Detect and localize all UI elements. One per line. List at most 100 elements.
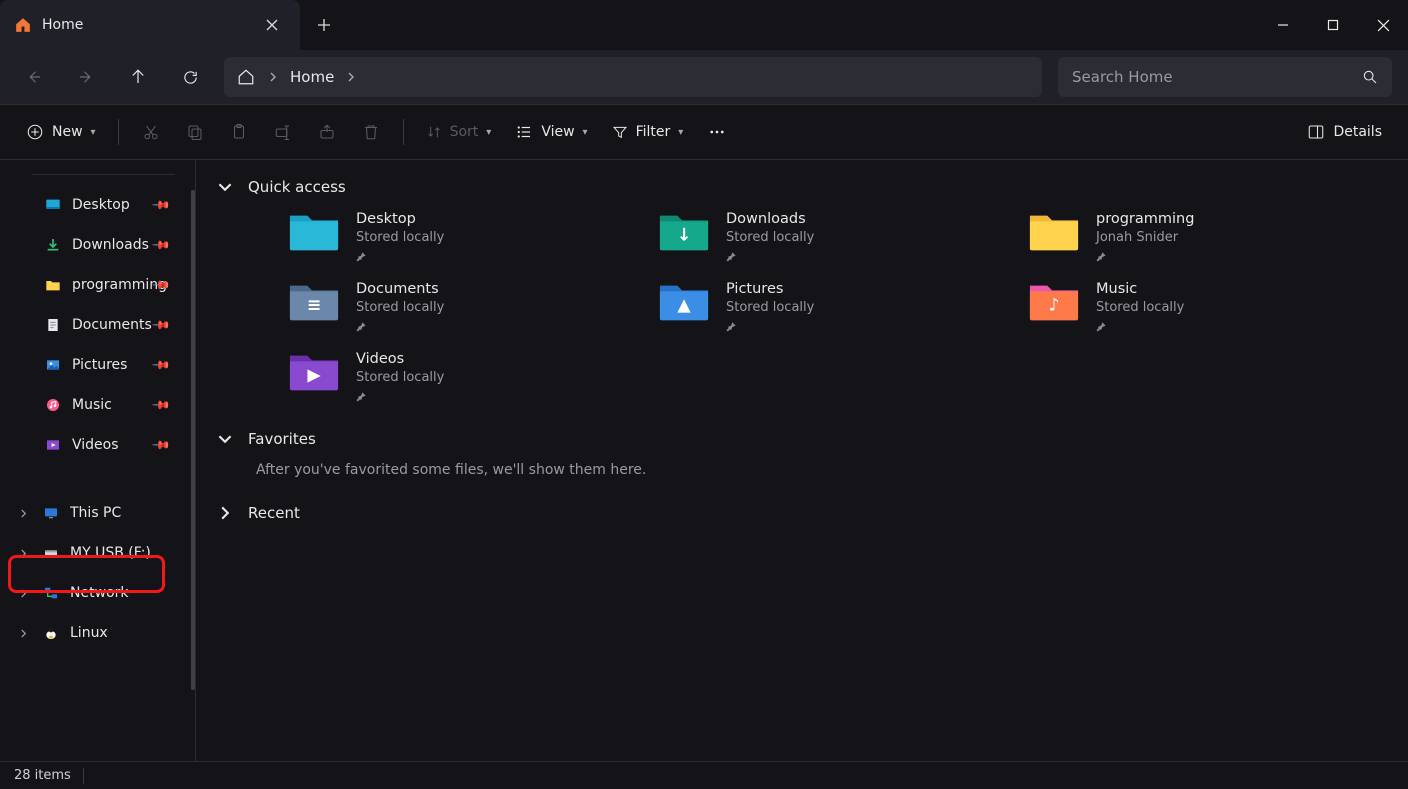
folder-icon: ♪: [1028, 280, 1080, 322]
chevron-down-icon: ▾: [486, 127, 491, 138]
address-bar: Home Search Home: [0, 50, 1408, 104]
item-subtitle: Jonah Snider: [1096, 230, 1194, 245]
chevron-right-icon: [216, 506, 234, 520]
sidebar: Desktop📌Downloads📌programming📌Documents📌…: [0, 160, 196, 761]
sidebar-item-network[interactable]: Network: [4, 573, 191, 613]
documents-icon: [44, 316, 62, 334]
section-header-recent[interactable]: Recent: [216, 504, 1388, 522]
tab-close-button[interactable]: [258, 11, 286, 39]
close-window-button[interactable]: [1358, 0, 1408, 50]
back-button[interactable]: [16, 59, 52, 95]
cut-button[interactable]: [131, 114, 171, 150]
folder-icon: [288, 210, 340, 252]
quick-access-item-downloads[interactable]: ↓ DownloadsStored locally: [658, 210, 1018, 262]
sidebar-item-my-usb-f-[interactable]: MY USB (F:): [4, 533, 191, 573]
sidebar-separator: [32, 174, 175, 175]
item-name: Documents: [356, 280, 444, 298]
sidebar-item-desktop[interactable]: Desktop📌: [4, 185, 191, 225]
pc-icon: [42, 504, 60, 522]
new-button[interactable]: New ▾: [16, 114, 106, 150]
home-icon: [14, 16, 32, 34]
item-name: Videos: [356, 350, 444, 368]
folder-icon: ↓: [658, 210, 710, 252]
search-input[interactable]: Search Home: [1058, 57, 1392, 97]
sidebar-item-linux[interactable]: Linux: [4, 613, 191, 653]
filter-button[interactable]: Filter ▾: [602, 114, 694, 150]
cut-icon: [142, 123, 160, 141]
pin-icon: [356, 391, 444, 402]
window-tab[interactable]: Home: [0, 0, 300, 50]
status-item-count: 28 items: [14, 768, 71, 783]
share-icon: [318, 123, 336, 141]
chevron-right-icon[interactable]: [14, 629, 32, 638]
close-icon: [1377, 19, 1390, 32]
paste-button[interactable]: [219, 114, 259, 150]
details-pane-icon: [1307, 123, 1325, 141]
folder-yellow-icon: [44, 276, 62, 294]
chevron-right-icon[interactable]: [346, 72, 356, 82]
item-subtitle: Stored locally: [356, 370, 444, 385]
filter-icon: [612, 124, 628, 140]
share-button[interactable]: [307, 114, 347, 150]
svg-text:♪: ♪: [1048, 296, 1059, 316]
quick-access-item-programming[interactable]: programmingJonah Snider: [1028, 210, 1388, 262]
pin-icon: [356, 251, 444, 262]
quick-access-item-desktop[interactable]: DesktopStored locally: [288, 210, 648, 262]
view-icon: [515, 123, 533, 141]
section-header-quick-access[interactable]: Quick access: [216, 178, 1388, 196]
sidebar-item-music[interactable]: Music📌: [4, 385, 191, 425]
up-button[interactable]: [120, 59, 156, 95]
desktop-icon: [44, 196, 62, 214]
minimize-button[interactable]: [1258, 0, 1308, 50]
quick-access-item-pictures[interactable]: ▲ PicturesStored locally: [658, 280, 1018, 332]
chevron-down-icon: ▾: [583, 127, 588, 138]
sort-label: Sort: [450, 124, 479, 140]
delete-button[interactable]: [351, 114, 391, 150]
item-meta: DownloadsStored locally: [726, 210, 814, 262]
rename-button[interactable]: [263, 114, 303, 150]
quick-access-item-music[interactable]: ♪MusicStored locally: [1028, 280, 1388, 332]
pin-icon: [726, 251, 814, 262]
view-button[interactable]: View ▾: [505, 114, 597, 150]
svg-text:↓: ↓: [677, 226, 692, 246]
sidebar-item-label: Linux: [70, 625, 185, 641]
item-meta: PicturesStored locally: [726, 280, 814, 332]
section-title: Favorites: [248, 430, 316, 448]
ellipsis-icon: [708, 123, 726, 141]
chevron-right-icon[interactable]: [14, 589, 32, 598]
sidebar-item-programming[interactable]: programming📌: [4, 265, 191, 305]
sidebar-scrollbar[interactable]: [191, 190, 195, 690]
music-icon: [44, 396, 62, 414]
forward-button[interactable]: [68, 59, 104, 95]
breadcrumb[interactable]: Home: [224, 57, 1042, 97]
folder-icon: ▲: [658, 280, 710, 322]
item-meta: Videos Stored locally: [356, 350, 444, 402]
copy-button[interactable]: [175, 114, 215, 150]
item-meta: programmingJonah Snider: [1096, 210, 1194, 262]
content-area: Quick access DesktopStored locally ↓ Downl…: [196, 160, 1408, 761]
maximize-button[interactable]: [1308, 0, 1358, 50]
sidebar-item-videos[interactable]: Videos📌: [4, 425, 191, 465]
quick-access-item-documents[interactable]: ≡DocumentsStored locally: [288, 280, 648, 332]
breadcrumb-current[interactable]: Home: [290, 68, 334, 86]
chevron-right-icon[interactable]: [14, 549, 32, 558]
arrow-right-icon: [77, 68, 95, 86]
sidebar-item-downloads[interactable]: Downloads📌: [4, 225, 191, 265]
sidebar-item-this-pc[interactable]: This PC: [4, 493, 191, 533]
maximize-icon: [1327, 19, 1339, 31]
sidebar-item-documents[interactable]: Documents📌: [4, 305, 191, 345]
sort-button[interactable]: Sort ▾: [416, 114, 502, 150]
titlebar-drag-region[interactable]: [348, 0, 1258, 50]
more-button[interactable]: [697, 114, 737, 150]
chevron-right-icon[interactable]: [14, 509, 32, 518]
details-pane-button[interactable]: Details: [1297, 114, 1392, 150]
quick-access-item-videos[interactable]: ▶ Videos Stored locally: [288, 350, 648, 402]
svg-text:▶: ▶: [307, 366, 321, 386]
new-tab-button[interactable]: [300, 0, 348, 50]
sort-icon: [426, 124, 442, 140]
sidebar-item-pictures[interactable]: Pictures📌: [4, 345, 191, 385]
status-separator: [83, 768, 84, 784]
rename-icon: [274, 123, 292, 141]
refresh-button[interactable]: [172, 59, 208, 95]
section-header-favorites[interactable]: Favorites: [216, 430, 1388, 448]
